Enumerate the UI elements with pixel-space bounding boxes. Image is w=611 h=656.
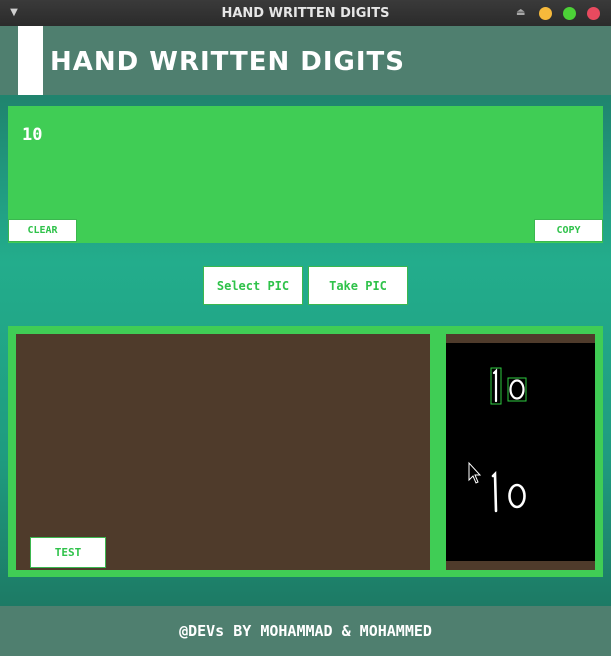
chevron-down-icon[interactable]: ▼ bbox=[8, 7, 20, 19]
app-header: HAND WRITTEN DIGITS bbox=[0, 26, 611, 95]
take-pic-button[interactable]: Take PIC bbox=[308, 266, 408, 305]
result-text[interactable]: 10 bbox=[22, 125, 42, 145]
close-button[interactable] bbox=[587, 7, 600, 20]
window-titlebar: ▼ HAND WRITTEN DIGITS ⏏ bbox=[0, 0, 611, 26]
footer-credits: @DEVs BY MOHAMMAD & MOHAMMED bbox=[179, 622, 432, 640]
workspace-panel: TEST bbox=[8, 326, 603, 577]
mouse-cursor-icon bbox=[468, 461, 482, 484]
eject-icon[interactable]: ⏏ bbox=[516, 6, 525, 20]
minimize-button[interactable] bbox=[539, 7, 552, 20]
clear-button[interactable]: CLEAR bbox=[8, 219, 77, 242]
maximize-button[interactable] bbox=[563, 7, 576, 20]
test-button[interactable]: TEST bbox=[30, 537, 106, 568]
select-pic-button[interactable]: Select PIC bbox=[203, 266, 303, 305]
drawing-canvas[interactable]: TEST bbox=[16, 334, 430, 570]
header-accent-bar bbox=[18, 26, 43, 95]
copy-button[interactable]: COPY bbox=[534, 219, 603, 242]
digit-preview-drawing bbox=[468, 367, 527, 513]
window-title: HAND WRITTEN DIGITS bbox=[221, 5, 390, 21]
footer: @DEVs BY MOHAMMAD & MOHAMMED bbox=[0, 606, 611, 656]
page-title: HAND WRITTEN DIGITS bbox=[50, 47, 406, 77]
preview-frame bbox=[446, 334, 595, 570]
result-panel: 10 CLEAR COPY bbox=[8, 106, 603, 243]
digit-preview-image bbox=[446, 343, 595, 561]
